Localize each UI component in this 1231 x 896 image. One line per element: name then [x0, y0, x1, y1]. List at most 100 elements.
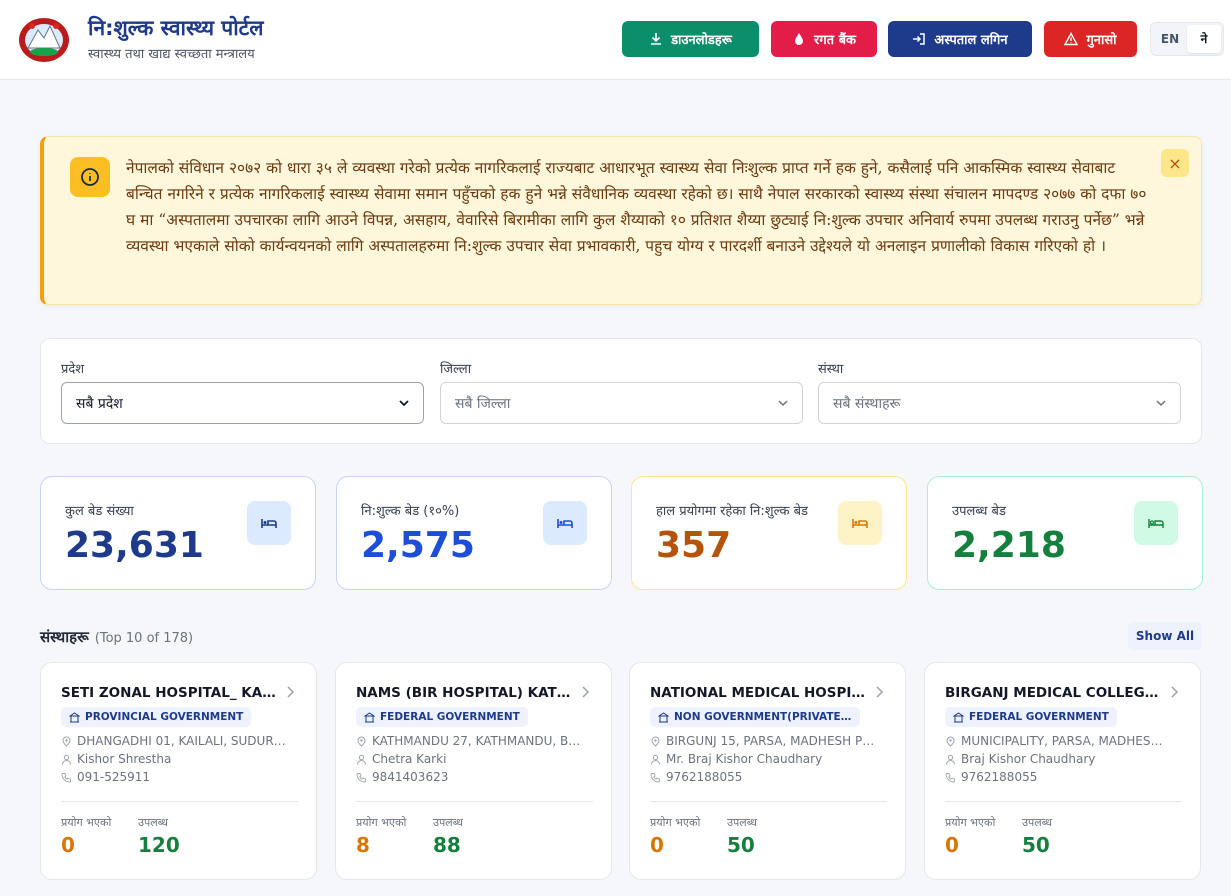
institution-name: NATIONAL MEDICAL HOSPITAL [650, 685, 865, 701]
institution-card[interactable]: BIRGANJ MEDICAL COLLEGE HOSPITAL FEDERAL… [924, 662, 1201, 880]
phone-text: 9841403623 [372, 770, 449, 784]
institution-card[interactable]: NAMS (BIR HOSPITAL) KATHMANDU FEDERAL GO… [335, 662, 612, 880]
institution-type-badge: NON GOVERNMENT(PRIVATE/COMMUNITY) [650, 707, 860, 727]
stat-value: 357 [656, 525, 732, 566]
province-select[interactable]: सबै प्रदेश [61, 382, 424, 424]
used-count: 0 [61, 833, 75, 857]
divider [650, 801, 887, 802]
divider [945, 801, 1182, 802]
institutions-title: संस्थाहरू [40, 628, 89, 646]
institution-name: BIRGANJ MEDICAL COLLEGE HOSPITAL [945, 685, 1160, 701]
used-label: प्रयोग भएको [650, 816, 701, 829]
institution-contact: Kishor Shrestha [61, 752, 286, 766]
address-text: BIRGUNJ 15, PARSA, MADHESH PRADESH [666, 734, 875, 748]
login-icon [913, 33, 926, 45]
contact-text: Braj Kishor Chaudhary [961, 752, 1096, 766]
stat-value: 2,218 [952, 525, 1066, 566]
institution-address: KATHMANDU 27, KATHMANDU, BAGMATI [356, 734, 581, 748]
notice-banner: नेपालको संविधान २०७२ को धारा ३५ ले व्यवस… [40, 136, 1202, 305]
show-all-button[interactable]: Show All [1128, 622, 1202, 650]
district-label: जिल्ला [440, 362, 472, 377]
institution-type: NON GOVERNMENT(PRIVATE/COMMUNITY) [674, 711, 860, 723]
institution-card[interactable]: SETI ZONAL HOSPITAL_ KAILALI PROVINCIAL … [40, 662, 317, 880]
user-icon [62, 754, 71, 765]
building-icon [953, 712, 964, 723]
district-placeholder: सबै जिल्ला [455, 395, 511, 412]
hospital-login-label: अस्पताल लगिन [934, 33, 1008, 48]
province-label: प्रदेश [61, 362, 85, 377]
institution-address: MUNICIPALITY, PARSA, MADHESH PRADESH [945, 734, 1170, 748]
chevron-down-icon [778, 400, 788, 407]
institution-phone: 9762188055 [650, 770, 875, 784]
notice-text: नेपालको संविधान २०७२ को धारा ३५ ले व्यवस… [126, 159, 1147, 255]
download-icon [651, 33, 662, 45]
user-icon [946, 754, 955, 765]
blood-bank-label: रगत बैंक [814, 33, 856, 48]
header: नि:शुल्क स्वास्थ्य पोर्टल स्वास्थ्य तथा … [0, 0, 1231, 80]
address-text: MUNICIPALITY, PARSA, MADHESH PRADESH [961, 734, 1170, 748]
institution-name: SETI ZONAL HOSPITAL_ KAILALI [61, 685, 276, 701]
phone-icon [945, 773, 955, 783]
chevron-right-icon [582, 686, 590, 698]
stat-total-beds: कुल बेड संख्या 23,631 [40, 476, 316, 590]
location-pin-icon [357, 736, 366, 747]
address-text: KATHMANDU 27, KATHMANDU, BAGMATI [372, 734, 581, 748]
available-count: 88 [433, 833, 461, 857]
institution-type-badge: FEDERAL GOVERNMENT [945, 707, 1117, 727]
contact-text: Chetra Karki [372, 752, 447, 766]
institution-address: BIRGUNJ 15, PARSA, MADHESH PRADESH [650, 734, 875, 748]
available-label: उपलब्ध [727, 816, 757, 829]
institution-name: NAMS (BIR HOSPITAL) KATHMANDU [356, 685, 571, 701]
stat-label: हाल प्रयोगमा रहेका नि:शुल्क बेड [656, 504, 808, 519]
ministry-subtitle: स्वास्थ्य तथा खाद्य स्वच्छता मन्त्रालय [88, 47, 255, 62]
lang-en[interactable]: EN [1153, 25, 1187, 53]
chevron-right-icon [876, 686, 884, 698]
close-icon[interactable]: × [1161, 149, 1189, 177]
institution-placeholder: सबै संस्थाहरू [833, 395, 901, 412]
complaint-label: गुनासो [1086, 33, 1117, 48]
used-label: प्रयोग भएको [945, 816, 996, 829]
hospital-login-button[interactable]: अस्पताल लगिन [888, 21, 1032, 57]
complaint-button[interactable]: गुनासो [1044, 21, 1137, 57]
institution-phone: 9841403623 [356, 770, 581, 784]
institution-phone: 9762188055 [945, 770, 1170, 784]
filter-panel: प्रदेश सबै प्रदेश जिल्ला सबै जिल्ला संस्… [40, 338, 1202, 444]
contact-text: Mr. Braj Kishor Chaudhary [666, 752, 823, 766]
used-label: प्रयोग भएको [356, 816, 407, 829]
used-count: 8 [356, 833, 370, 857]
district-select[interactable]: सबै जिल्ला [440, 382, 803, 424]
divider [356, 801, 593, 802]
phone-icon [356, 773, 366, 783]
available-label: उपलब्ध [433, 816, 463, 829]
stat-available-beds: उपलब्ध बेड 2,218 [927, 476, 1203, 590]
user-icon [357, 754, 366, 765]
stat-free-beds: नि:शुल्क बेड (१०%) 2,575 [336, 476, 612, 590]
blood-bank-button[interactable]: रगत बैंक [771, 21, 877, 57]
institution-type: FEDERAL GOVERNMENT [380, 711, 520, 723]
nepal-emblem-logo[interactable] [16, 12, 72, 64]
institution-contact: Mr. Braj Kishor Chaudhary [650, 752, 875, 766]
used-count: 0 [650, 833, 664, 857]
lang-ne[interactable]: ने [1187, 25, 1221, 53]
user-icon [651, 754, 660, 765]
location-pin-icon [946, 736, 955, 747]
phone-text: 091-525911 [77, 770, 151, 784]
warning-icon [1064, 32, 1079, 46]
building-icon [69, 712, 80, 723]
building-icon [658, 712, 669, 723]
downloads-button[interactable]: डाउनलोडहरू [622, 21, 759, 57]
address-text: DHANGADHI 01, KAILALI, SUDURPASHCHIM [77, 734, 286, 748]
institution-label: संस्था [818, 362, 844, 377]
available-count: 120 [138, 833, 180, 857]
institution-address: DHANGADHI 01, KAILALI, SUDURPASHCHIM [61, 734, 286, 748]
stat-label: कुल बेड संख्या [65, 504, 134, 519]
available-count: 50 [1022, 833, 1050, 857]
contact-text: Kishor Shrestha [77, 752, 172, 766]
phone-icon [61, 773, 71, 783]
stat-value: 23,631 [65, 525, 204, 566]
institution-card[interactable]: NATIONAL MEDICAL HOSPITAL NON GOVERNMENT… [629, 662, 906, 880]
province-value: सबै प्रदेश [76, 395, 123, 412]
institution-type-badge: PROVINCIAL GOVERNMENT [61, 707, 252, 727]
used-label: प्रयोग भएको [61, 816, 112, 829]
institution-select[interactable]: सबै संस्थाहरू [818, 382, 1181, 424]
